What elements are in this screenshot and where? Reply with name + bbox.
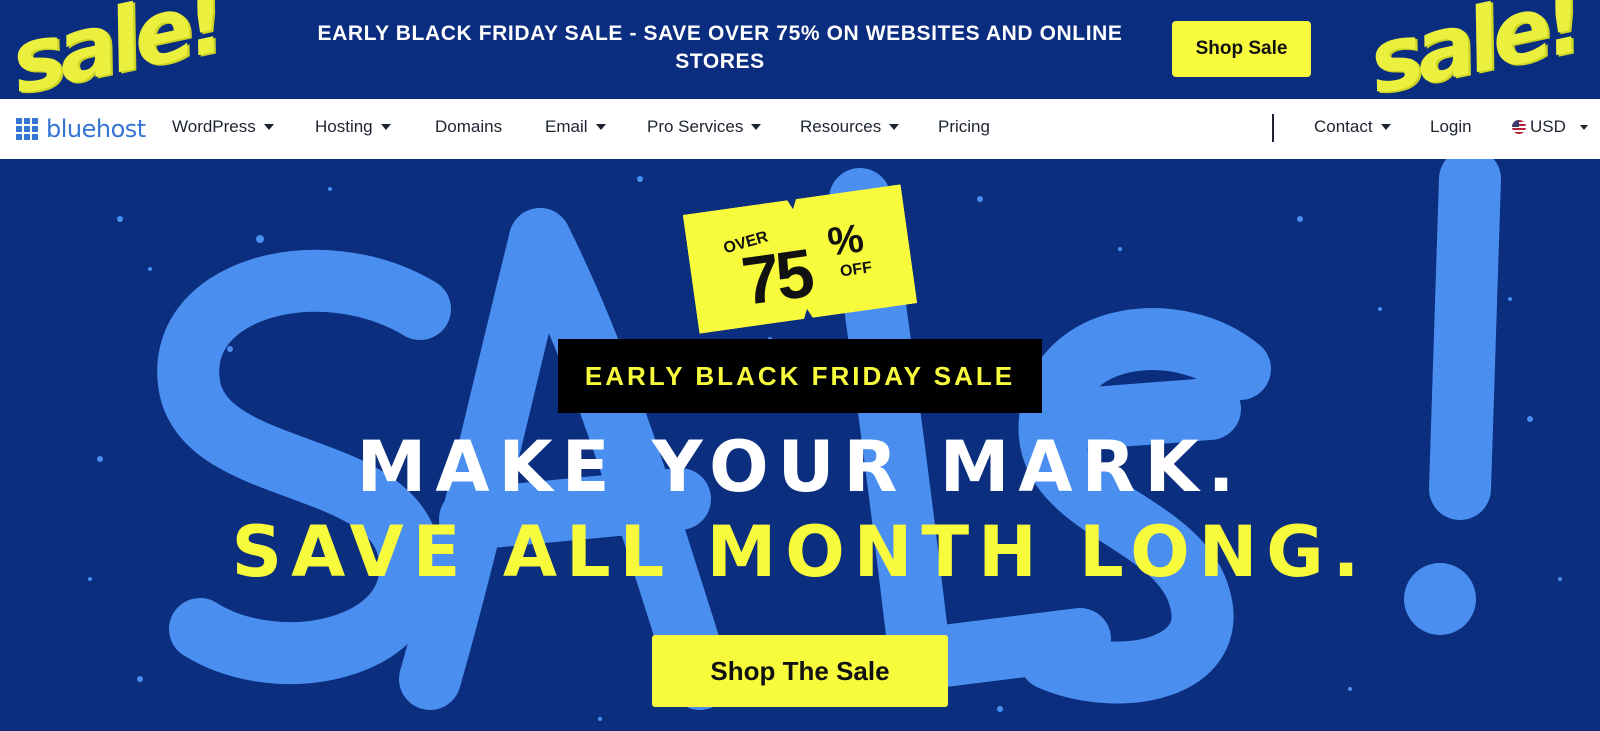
promo-text-part-1: EARLY BLACK FRIDAY SALE - (317, 22, 644, 45)
nav-item-label: Email (545, 117, 588, 136)
caret-down-icon (1380, 124, 1391, 130)
shop-sale-button[interactable]: Shop Sale (1172, 21, 1311, 77)
promo-text-bold: SAVE OVER 75% (643, 22, 821, 45)
bluehost-logo[interactable]: bluehost (16, 115, 146, 143)
nav-item-hosting[interactable]: Hosting (315, 117, 391, 137)
nav-item-label: Domains (435, 117, 503, 136)
promo-text: EARLY BLACK FRIDAY SALE - SAVE OVER 75% … (310, 20, 1130, 76)
nav-item-pricing[interactable]: Pricing (938, 117, 990, 137)
caret-down-icon (889, 124, 900, 130)
promo-banner: sale! sale! EARLY BLACK FRIDAY SALE - SA… (0, 0, 1600, 99)
caret-down-icon (263, 124, 274, 130)
ticket-percent: % (824, 216, 867, 265)
ticket-number: 75 (737, 235, 815, 320)
hero-section: OVER 75 % OFF EARLY BLACK FRIDAY SALE MA… (0, 159, 1600, 731)
nav-item-wordpress[interactable]: WordPress (172, 117, 274, 137)
shop-the-sale-button[interactable]: Shop The Sale (652, 635, 948, 707)
nav-divider (1272, 114, 1274, 142)
sale-badge: EARLY BLACK FRIDAY SALE (558, 339, 1042, 413)
logo-text: bluehost (46, 115, 146, 143)
nav-item-label: Pro Services (647, 117, 744, 136)
main-nav: bluehost WordPress Hosting Domains Email… (0, 99, 1600, 159)
nav-item-label: Resources (800, 117, 882, 136)
nav-item-label: Contact (1314, 117, 1373, 136)
caret-down-icon (751, 124, 762, 130)
nav-item-label: WordPress (172, 117, 256, 136)
graffiti-sale-left: sale! (1, 0, 231, 99)
nav-item-login[interactable]: Login (1430, 117, 1472, 137)
headline-make-your-mark: MAKE YOUR MARK. (356, 426, 1244, 508)
logo-grid-icon (16, 118, 38, 140)
currency-selector[interactable]: USD (1512, 117, 1588, 137)
ticket-off-text: OFF (839, 259, 874, 281)
nav-item-label: Hosting (315, 117, 373, 136)
us-flag-icon (1512, 120, 1526, 134)
nav-item-label: Login (1430, 117, 1472, 136)
nav-item-pro-services[interactable]: Pro Services (647, 117, 762, 137)
nav-item-email[interactable]: Email (545, 117, 606, 137)
nav-item-label: Pricing (938, 117, 990, 136)
caret-down-icon (1579, 124, 1588, 130)
headline-save-all-month: SAVE ALL MONTH LONG. (231, 511, 1369, 593)
caret-down-icon (380, 124, 391, 130)
caret-down-icon (595, 124, 606, 130)
graffiti-sale-right: sale! (1359, 0, 1589, 99)
nav-item-resources[interactable]: Resources (800, 117, 900, 137)
nav-item-contact[interactable]: Contact (1314, 117, 1391, 137)
nav-item-domains[interactable]: Domains (435, 117, 502, 137)
currency-label: USD (1530, 117, 1566, 136)
